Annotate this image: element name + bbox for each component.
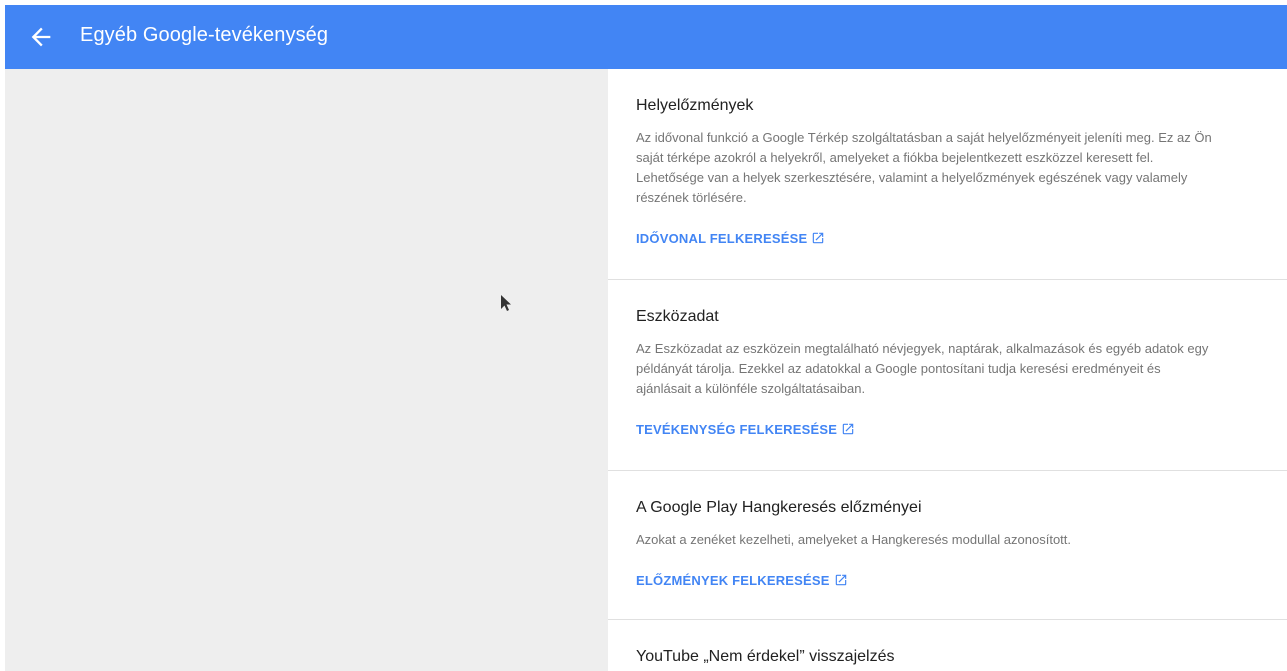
section-title: Eszközadat (636, 308, 719, 325)
link-label: TEVÉKENYSÉG FELKERESÉSE (636, 422, 838, 437)
app-window: Egyéb Google-tevékenység Helyelőzmények … (5, 5, 1287, 671)
history-link[interactable]: ELŐZMÉNYEK FELKERESÉSE (636, 572, 848, 590)
top-app-bar: Egyéb Google-tevékenység (5, 5, 1287, 69)
section-youtube-not-interested: YouTube „Nem érdekel” visszajelzés (608, 620, 1287, 667)
section-description: Az idővonal funkció a Google Térkép szol… (636, 130, 1212, 205)
back-button[interactable] (27, 23, 55, 51)
link-label: IDŐVONAL FELKERESÉSE (636, 231, 808, 246)
section-location-history: Helyelőzmények Az idővonal funkció a Goo… (608, 69, 1287, 280)
page-title: Egyéb Google-tevékenység (80, 24, 329, 46)
open-in-new-icon (835, 574, 846, 586)
section-title: Helyelőzmények (636, 97, 754, 114)
open-in-new-icon (842, 423, 854, 435)
timeline-link[interactable]: IDŐVONAL FELKERESÉSE (636, 230, 825, 248)
activity-panel: Helyelőzmények Az idővonal funkció a Goo… (608, 69, 1287, 671)
left-pane (5, 69, 608, 671)
arrow-back-icon (31, 27, 51, 47)
link-label: ELŐZMÉNYEK FELKERESÉSE (636, 573, 830, 588)
section-description: Azokat a zenéket kezelheti, amelyeket a … (636, 532, 1072, 547)
section-title: A Google Play Hangkeresés előzményei (636, 499, 922, 516)
section-title: YouTube „Nem érdekel” visszajelzés (636, 648, 895, 665)
open-in-new-icon (813, 232, 824, 244)
activity-link[interactable]: TEVÉKENYSÉG FELKERESÉSE (636, 421, 855, 439)
section-description: Az Eszközadat az eszközein megtalálható … (636, 341, 1209, 396)
section-device-info: Eszközadat Az Eszközadat az eszközein me… (608, 280, 1287, 471)
mouse-cursor-icon (501, 295, 511, 311)
section-voice-search-history: A Google Play Hangkeresés előzményei Azo… (608, 471, 1287, 620)
